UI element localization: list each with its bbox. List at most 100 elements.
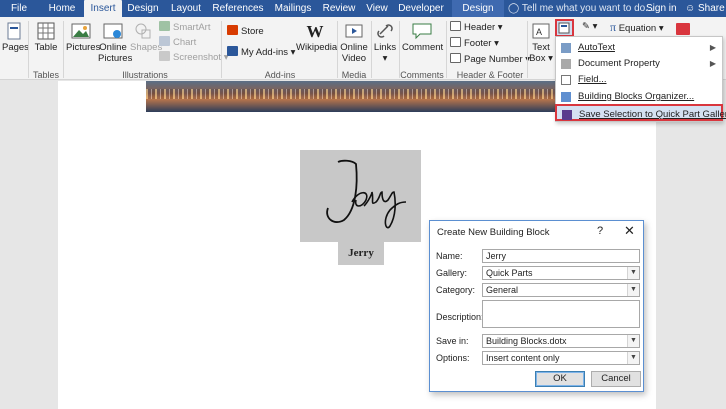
links-button[interactable]: Links ▾ — [373, 22, 397, 64]
menu-item-label: Field... — [578, 74, 607, 85]
my-addins-button[interactable]: My Add-ins ▾ — [227, 46, 295, 59]
menu-item-building-blocks-organizer[interactable]: Building Blocks Organizer... — [556, 88, 722, 105]
quick-parts-button[interactable] — [555, 19, 574, 37]
smartart-label: SmartArt — [173, 22, 211, 33]
group-divider — [527, 21, 528, 78]
tab-insert[interactable]: Insert — [84, 0, 122, 17]
page-number-button[interactable]: Page Number ▾ — [450, 53, 530, 66]
options-select[interactable]: Insert content only ▼ — [482, 351, 640, 365]
group-illustrations-label: Illustrations — [122, 70, 168, 80]
gallery-select[interactable]: Quick Parts ▼ — [482, 266, 640, 280]
save-in-label: Save in: — [436, 336, 469, 346]
addins-icon — [227, 46, 238, 56]
text-box-icon: A — [532, 23, 550, 39]
footer-label: Footer — [464, 38, 492, 49]
page-number-icon — [450, 53, 461, 63]
header-button[interactable]: Header ▾ — [450, 21, 503, 34]
shapes-button[interactable]: Shapes — [130, 22, 162, 53]
online-picture-icon — [103, 23, 123, 39]
wikipedia-button[interactable]: W Wikipedia — [296, 22, 338, 53]
links-label: Links — [373, 42, 397, 53]
options-value: Insert content only — [486, 353, 560, 363]
tab-mailings[interactable]: Mailings — [270, 0, 316, 17]
store-label: Store — [241, 26, 264, 37]
header-photo[interactable] — [146, 81, 556, 112]
dialog-title: Create New Building Block — [437, 227, 550, 238]
pages-icon — [7, 22, 21, 40]
my-addins-label: My Add-ins — [241, 47, 288, 58]
tab-home[interactable]: Home — [40, 0, 84, 17]
category-label: Category: — [436, 285, 476, 295]
menu-item-label: AutoText — [578, 42, 615, 53]
signature-image[interactable] — [300, 150, 421, 242]
store-icon — [227, 25, 238, 35]
chart-button[interactable]: Chart — [159, 36, 196, 49]
tab-review[interactable]: Review — [320, 0, 358, 17]
quick-parts-menu: AutoText ▶ Document Property ▶ Field... … — [555, 36, 726, 122]
tab-design[interactable]: Design — [124, 0, 162, 17]
pages-button[interactable]: Pages — [2, 22, 29, 53]
pi-icon: π — [610, 20, 617, 34]
store-button[interactable]: Store — [227, 25, 264, 38]
options-label: Options: — [436, 353, 470, 363]
close-button[interactable]: ✕ — [624, 223, 635, 239]
help-button[interactable]: ? — [597, 225, 603, 237]
footer-button[interactable]: Footer ▾ — [450, 37, 499, 50]
menu-item-label: Document Property — [578, 58, 660, 69]
description-field[interactable] — [482, 300, 640, 328]
svg-text:A: A — [536, 27, 542, 37]
equation-button[interactable]: π Equation ▾ — [610, 21, 664, 35]
tell-me-search[interactable]: ◯ Tell me what you want to do... — [508, 0, 654, 17]
menu-item-document-property[interactable]: Document Property ▶ — [556, 55, 722, 72]
chevron-down-icon[interactable]: ▼ — [627, 335, 639, 347]
tab-developer[interactable]: Developer — [396, 0, 446, 17]
group-divider — [63, 21, 64, 78]
signature-line-button[interactable]: ✎ ▾ — [582, 21, 597, 33]
save-in-value: Building Blocks.dotx — [486, 336, 567, 346]
screenshot-label: Screenshot — [173, 52, 222, 63]
menu-item-save-selection[interactable]: Save Selection to Quick Part Gallery... — [555, 104, 726, 121]
cancel-button[interactable]: Cancel — [591, 371, 641, 387]
tab-layout[interactable]: Layout — [166, 0, 206, 17]
online-pictures-button[interactable]: Online Pictures — [98, 22, 132, 64]
wikipedia-label: Wikipedia — [296, 42, 338, 53]
category-select[interactable]: General ▼ — [482, 283, 640, 297]
tab-view[interactable]: View — [362, 0, 392, 17]
name-field[interactable]: Jerry — [482, 249, 640, 263]
smartart-button[interactable]: SmartArt — [159, 21, 210, 34]
tab-picture-design[interactable]: Design — [452, 0, 504, 17]
comment-icon — [412, 23, 432, 40]
text-box-label: Text Box — [529, 42, 550, 64]
chart-icon — [159, 36, 170, 46]
sign-in-link[interactable]: Sign in — [646, 0, 677, 17]
chevron-down-icon[interactable]: ▼ — [627, 352, 639, 364]
pictures-button[interactable]: Pictures — [66, 22, 100, 53]
tab-references[interactable]: References — [210, 0, 266, 17]
save-in-select[interactable]: Building Blocks.dotx ▼ — [482, 334, 640, 348]
ok-button[interactable]: OK — [535, 371, 585, 387]
ribbon-tab-bar: File Home Insert Design Layout Reference… — [0, 0, 726, 17]
group-header-footer-label: Header & Footer — [456, 70, 524, 80]
screenshot-button[interactable]: Screenshot ▾ — [159, 51, 228, 64]
shapes-label: Shapes — [130, 42, 163, 53]
menu-item-field[interactable]: Field... — [556, 71, 722, 88]
menu-item-autotext[interactable]: AutoText ▶ — [556, 39, 722, 56]
text-box-button[interactable]: A Text Box ▾ — [529, 22, 553, 64]
chevron-down-icon[interactable]: ▼ — [627, 284, 639, 296]
gallery-value: Quick Parts — [486, 268, 533, 278]
name-label: Name: — [436, 251, 463, 261]
link-icon — [377, 24, 393, 38]
category-value: General — [486, 285, 519, 295]
table-button[interactable]: Table — [32, 22, 60, 53]
signature-name-text[interactable]: Jerry — [338, 242, 384, 265]
tab-file[interactable]: File — [0, 0, 38, 17]
create-building-block-dialog: Create New Building Block ? ✕ Name: Jerr… — [429, 220, 644, 392]
online-video-button[interactable]: Online Video — [340, 22, 368, 64]
tell-me-text: Tell me what you want to do... — [521, 3, 654, 14]
page-number-label: Page Number — [464, 54, 523, 65]
comment-button[interactable]: Comment — [402, 22, 443, 53]
screenshot-icon — [159, 51, 170, 61]
online-pictures-label: Online Pictures — [98, 42, 133, 64]
share-button[interactable]: ☺ Share — [685, 0, 725, 17]
chevron-down-icon[interactable]: ▼ — [627, 267, 639, 279]
